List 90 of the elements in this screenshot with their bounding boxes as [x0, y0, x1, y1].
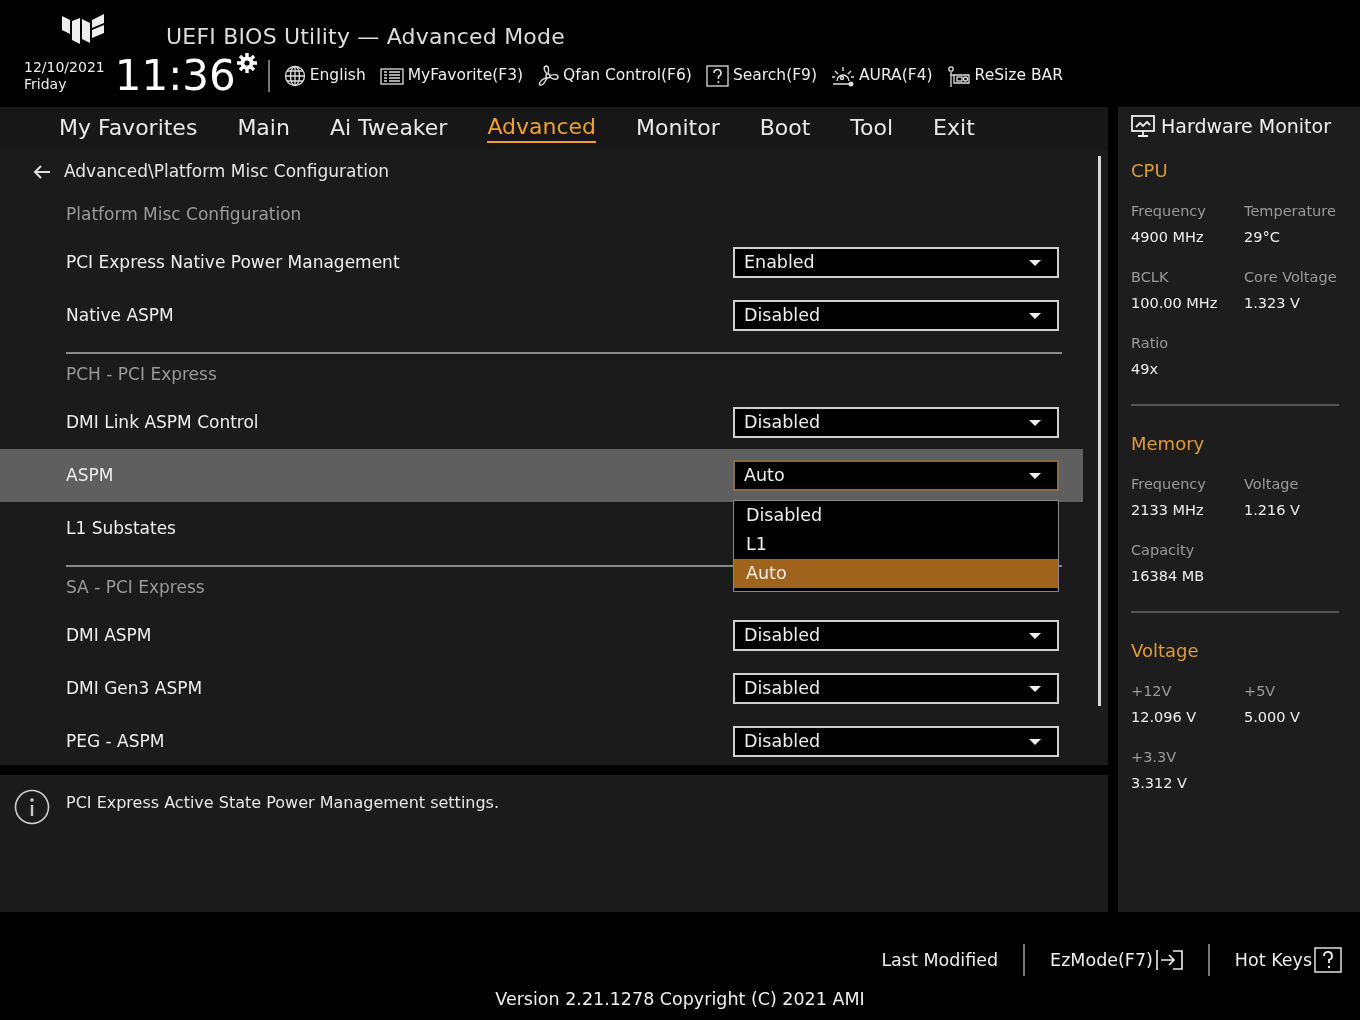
reading-label: Temperature	[1244, 202, 1337, 220]
toolbar-button[interactable]: Qfan Control(F6)	[537, 64, 692, 88]
scroll-bar[interactable]	[1098, 156, 1101, 706]
dropdown[interactable]: Disabled	[733, 620, 1059, 651]
footer-button[interactable]: Last Modified	[881, 946, 999, 974]
list-icon	[379, 66, 404, 86]
reading-label: Frequency	[1131, 475, 1207, 493]
setting-label: PCI Express Native Power Management	[66, 250, 400, 274]
reading-label: Frequency	[1131, 202, 1207, 220]
version-text: Version 2.21.1278 Copyright (C) 2021 AMI	[494, 988, 866, 1011]
dropdown[interactable]: Disabled	[733, 407, 1059, 438]
dropdown[interactable]: Enabled	[733, 247, 1059, 278]
settings-icon	[235, 52, 258, 74]
toolbar-button[interactable]: Search(F9)	[705, 64, 817, 88]
reading-value: 1.323 V	[1244, 294, 1302, 312]
setting-label: DMI Link ASPM Control	[66, 410, 259, 434]
reading-value: 16384 MB	[1131, 567, 1206, 585]
graphics-card-icon	[946, 64, 971, 88]
setting-label: L1 Substates	[66, 516, 176, 540]
reading-label: Capacity	[1131, 541, 1196, 559]
dropdown[interactable]: Disabled	[733, 726, 1059, 757]
menu-tab[interactable]: Main	[237, 115, 290, 142]
setting-label: DMI Gen3 ASPM	[66, 676, 203, 700]
day-text: Friday	[24, 76, 68, 93]
toolbar-button[interactable]: MyFavorite(F3)	[379, 64, 524, 88]
reading-value: 3.312 V	[1131, 774, 1189, 792]
light-icon	[831, 64, 855, 88]
fan-icon	[537, 65, 560, 87]
caret-icon	[1029, 312, 1041, 319]
reading-value: 4900 MHz	[1131, 228, 1205, 246]
toolbar-button[interactable]: English	[283, 64, 366, 88]
caret-icon	[1029, 685, 1041, 692]
setting-label: DMI ASPM	[66, 623, 152, 647]
reading-value: 12.096 V	[1131, 708, 1198, 726]
footer-button[interactable]: Hot Keys	[1234, 946, 1342, 974]
section-heading: Platform Misc Configuration	[66, 203, 302, 227]
monitor-icon	[1131, 115, 1155, 137]
globe-icon	[283, 65, 306, 87]
reading-value: 100.00 MHz	[1131, 294, 1219, 312]
help-text: PCI Express Active State Power Management settings.	[66, 792, 500, 814]
reading-value: 49x	[1131, 360, 1160, 378]
toolbar-button[interactable]: AURA(F4)	[831, 64, 933, 88]
reading-value: 29°C	[1244, 228, 1281, 246]
dropdown[interactable]: Auto	[733, 460, 1059, 491]
caret-icon	[1029, 259, 1041, 266]
reading-label: Ratio	[1131, 334, 1170, 352]
info-icon	[14, 789, 50, 825]
reading-label: +3.3V	[1131, 748, 1178, 766]
reading-label: Core Voltage	[1244, 268, 1338, 286]
breadcrumb-path: Advanced\Platform Misc Configuration	[64, 160, 390, 184]
dropdown[interactable]: Disabled	[733, 673, 1059, 704]
reading-label: Voltage	[1244, 475, 1300, 493]
menu-tab[interactable]: My Favorites	[59, 115, 198, 142]
help-icon	[705, 65, 729, 87]
date-text: 12/10/2021	[24, 59, 105, 76]
section-heading: SA - PCI Express	[66, 576, 205, 600]
group-heading: Memory	[1131, 432, 1206, 456]
footer-button[interactable]: EzMode(F7)	[1050, 946, 1183, 974]
menu-tab[interactable]: Ai Tweaker	[329, 115, 448, 142]
dropdown-option[interactable]: Auto	[734, 559, 1058, 588]
setting-label: PEG - ASPM	[66, 729, 165, 753]
menu-tab[interactable]: Advanced	[487, 114, 597, 143]
caret-icon	[1029, 472, 1041, 479]
reading-value: 5.000 V	[1244, 708, 1302, 726]
section-heading: PCH - PCI Express	[66, 363, 217, 387]
menu-tab[interactable]: Tool	[850, 115, 894, 142]
back-arrow-icon[interactable]	[32, 163, 52, 181]
menu-tab[interactable]: Monitor	[636, 115, 720, 142]
reading-label: +5V	[1244, 682, 1277, 700]
group-heading: CPU	[1131, 159, 1169, 183]
selected-row[interactable]: ASPM Auto	[0, 449, 1083, 502]
reading-value: 2133 MHz	[1131, 501, 1205, 519]
caret-icon	[1029, 738, 1041, 745]
group-heading: Voltage	[1131, 639, 1200, 663]
reading-value: 1.216 V	[1244, 501, 1302, 519]
setting-label: Native ASPM	[66, 303, 174, 327]
help-icon	[1314, 947, 1342, 973]
toolbar-button[interactable]: ReSize BAR	[946, 64, 1063, 88]
menu-tab[interactable]: Boot	[759, 115, 811, 142]
menu-tab[interactable]: Exit	[933, 115, 975, 142]
caret-icon	[1029, 419, 1041, 426]
reading-label: +12V	[1131, 682, 1173, 700]
panel-title: Hardware Monitor	[1161, 113, 1331, 139]
dropdown[interactable]: Disabled	[733, 300, 1059, 331]
caret-icon	[1029, 632, 1041, 639]
reading-label: BCLK	[1131, 268, 1170, 286]
window-title: UEFI BIOS Utility — Advanced Mode	[166, 23, 565, 51]
setting-label: ASPM	[66, 463, 114, 487]
exit-icon	[1154, 949, 1183, 971]
clock-time: 11:36	[114, 55, 236, 97]
